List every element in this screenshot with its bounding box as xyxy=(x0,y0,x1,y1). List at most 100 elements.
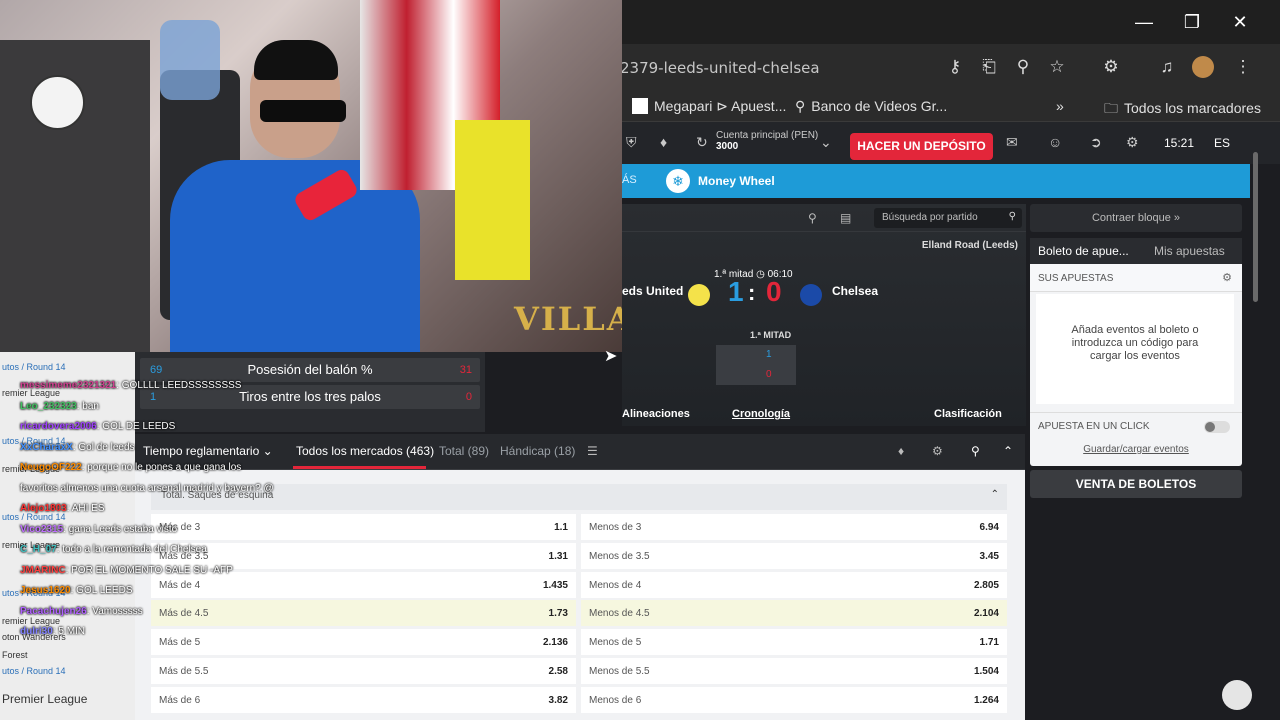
chat-username: NeugoOF222 xyxy=(20,462,82,473)
gear-icon[interactable]: ⚙ xyxy=(1222,271,1232,284)
under-odd-button[interactable]: Menos de 5 1.71 xyxy=(581,629,1007,656)
under-odd-button[interactable]: Menos de 5.5 1.504 xyxy=(581,658,1007,684)
wheel-icon: ❄ xyxy=(666,169,690,193)
chat-message: Vico2315: gana Leeds estaba visto xyxy=(20,524,177,535)
under-odd-value: 1.264 xyxy=(973,694,999,706)
under-label: Menos de 6 xyxy=(589,694,642,706)
streamer-hair xyxy=(254,40,338,80)
chat-message: ricardovera2006: GOL DE LEEDS xyxy=(20,421,175,432)
chat-username: XxCharaxX xyxy=(20,441,73,453)
refresh-icon[interactable]: ↻ xyxy=(696,134,708,151)
save-load-events-link[interactable]: Guardar/cargar eventos xyxy=(1030,444,1242,455)
under-odd-button[interactable]: Menos de 3.5 3.45 xyxy=(581,542,1007,569)
gear-icon[interactable]: ⚙ xyxy=(932,444,943,458)
sub-navigation: ÁS ❄ Money Wheel xyxy=(622,164,1250,198)
tab-total[interactable]: Total (89) xyxy=(439,444,489,458)
your-bets-header: SUS APUESTAS ⚙ xyxy=(1030,264,1242,292)
more-menu[interactable]: ÁS xyxy=(622,174,637,186)
chat-text: : GOL DE LEEDS xyxy=(96,421,176,432)
close-icon[interactable]: ✕ xyxy=(1220,8,1260,36)
over-odd-value: 2.58 xyxy=(548,666,568,677)
tab-betslip[interactable]: Boleto de apue... xyxy=(1038,244,1129,258)
chat-username: JMARINC xyxy=(20,564,66,576)
shield-icon[interactable]: ⛨ xyxy=(626,134,637,151)
sidebar-item[interactable]: Premier League xyxy=(2,692,87,706)
stadium-icon[interactable]: ⚲ xyxy=(808,211,817,225)
under-odd-button[interactable]: Menos de 4.5 2.104 xyxy=(581,600,1007,627)
gear-icon[interactable]: ⚙ xyxy=(1126,134,1139,151)
match-search-input[interactable]: Búsqueda por partido ⚲ xyxy=(874,208,1022,228)
extensions-icon[interactable]: ⚙ xyxy=(1100,56,1122,78)
profile-avatar[interactable] xyxy=(1192,56,1214,78)
restore-icon[interactable]: ❐ xyxy=(1172,8,1212,36)
chat-username: dulri30 xyxy=(20,626,53,637)
chat-username: C_H_07 xyxy=(20,544,57,555)
key-icon[interactable]: ⚷ xyxy=(944,56,966,78)
tab-my-bets[interactable]: Mis apuestas xyxy=(1154,244,1225,258)
star-icon[interactable]: ☆ xyxy=(1046,56,1068,78)
sidebar-item[interactable]: utos / Round 14 xyxy=(2,362,66,372)
mail-icon[interactable]: ✉ xyxy=(1006,134,1018,151)
chat-username: Jesus1620 xyxy=(20,585,71,596)
chat-message: Jesus1620: GOL LEEDS xyxy=(20,585,132,596)
under-odd-button[interactable]: Menos de 3 6.94 xyxy=(581,514,1007,540)
account-selector[interactable]: Cuenta principal (PEN) 3000 xyxy=(716,130,818,152)
logout-icon[interactable]: ➲ xyxy=(1090,134,1102,151)
stats-icon[interactable]: ▤ xyxy=(840,211,851,225)
money-wheel-link[interactable]: Money Wheel xyxy=(698,174,775,188)
under-label: Menos de 3 xyxy=(589,522,642,533)
match-panel: ⚲ ▤ Búsqueda por partido ⚲ Elland Road (… xyxy=(622,204,1026,426)
under-odd-button[interactable]: Menos de 4 2.805 xyxy=(581,571,1007,598)
deposit-button[interactable]: HACER UN DEPÓSITO xyxy=(850,133,993,160)
collapse-block-button[interactable]: Contraer bloque » xyxy=(1030,204,1242,232)
user-icon[interactable]: ☺ xyxy=(1048,134,1062,150)
chat-text: : ban xyxy=(76,400,99,412)
bookmarks-more-button[interactable]: » xyxy=(1056,98,1064,114)
install-icon[interactable]: ⎗ xyxy=(978,56,1000,78)
chat-support-button[interactable] xyxy=(1222,680,1252,710)
collapse-icon[interactable]: ⌃ xyxy=(1003,444,1013,458)
half-away-score: 0 xyxy=(766,369,772,380)
all-bookmarks-button[interactable]: 🗀 Todos los marcadores xyxy=(1104,98,1261,122)
chat-message: Pacachujen26: Vamosssss xyxy=(20,606,143,617)
bookmark-banco-videos[interactable]: ⚲ Banco de Videos Gr... xyxy=(795,98,947,115)
square-icon xyxy=(632,98,648,114)
standings-button[interactable]: Clasificación xyxy=(934,408,1002,420)
media-icon[interactable]: ♫ xyxy=(1156,56,1178,78)
minimize-icon[interactable]: — xyxy=(1124,8,1164,36)
half-label: 1.ª MITAD xyxy=(750,330,792,340)
clock-time[interactable]: 15:21 xyxy=(1164,136,1194,150)
lineups-button[interactable]: Alineaciones xyxy=(622,408,690,420)
half-score-table: 1 0 xyxy=(716,345,796,385)
chat-message: JMARINC: POR EL MOMENTO SALE SU -AFP xyxy=(20,565,233,576)
active-tab-indicator xyxy=(293,466,426,469)
tab-handicap[interactable]: Hándicap (18) xyxy=(500,444,575,458)
zoom-icon[interactable]: ⚲ xyxy=(1012,56,1034,78)
market-row: Más de 6 3.82 Menos de 6 1.264 xyxy=(151,686,1007,713)
chat-text: favoritos almenos una cuota arsenal madr… xyxy=(20,482,274,494)
search-icon[interactable]: ⚲ xyxy=(971,444,980,458)
url-text[interactable]: 2379-leeds-united-chelsea xyxy=(620,59,820,77)
tab-all-markets[interactable]: Todos los mercados (463) xyxy=(296,444,434,458)
scoreline: eds United 1 : 0 Chelsea xyxy=(622,270,1026,320)
menu-dots-icon[interactable]: ⋮ xyxy=(1232,56,1254,78)
home-team: eds United xyxy=(622,284,684,298)
list-view-icon[interactable]: ☰ xyxy=(587,444,598,458)
chronology-button[interactable]: Cronología xyxy=(732,408,790,420)
bell-icon[interactable]: ♦ xyxy=(898,444,904,458)
bookmark-megapari[interactable]: Megapari ⊳ Apuest... xyxy=(632,98,786,115)
sunglasses xyxy=(260,100,346,122)
page-scrollbar[interactable] xyxy=(1252,140,1260,720)
chevron-down-icon[interactable]: ⌄ xyxy=(820,134,832,151)
language-selector[interactable]: ES xyxy=(1214,136,1230,150)
over-odd-button[interactable]: Más de 6 3.82 xyxy=(151,686,576,713)
score-separator: : xyxy=(748,280,756,305)
chat-message: Leo_232323: ban xyxy=(20,401,99,412)
villa-logo: VILLA xyxy=(514,300,622,338)
bell-icon[interactable]: ♦ xyxy=(660,134,667,150)
chat-username: Vico2315 xyxy=(20,523,64,535)
away-team: Chelsea xyxy=(832,284,879,298)
under-odd-button[interactable]: Menos de 6 1.264 xyxy=(581,686,1007,713)
one-click-toggle[interactable] xyxy=(1204,421,1230,433)
sell-tickets-button[interactable]: VENTA DE BOLETOS xyxy=(1030,470,1242,498)
